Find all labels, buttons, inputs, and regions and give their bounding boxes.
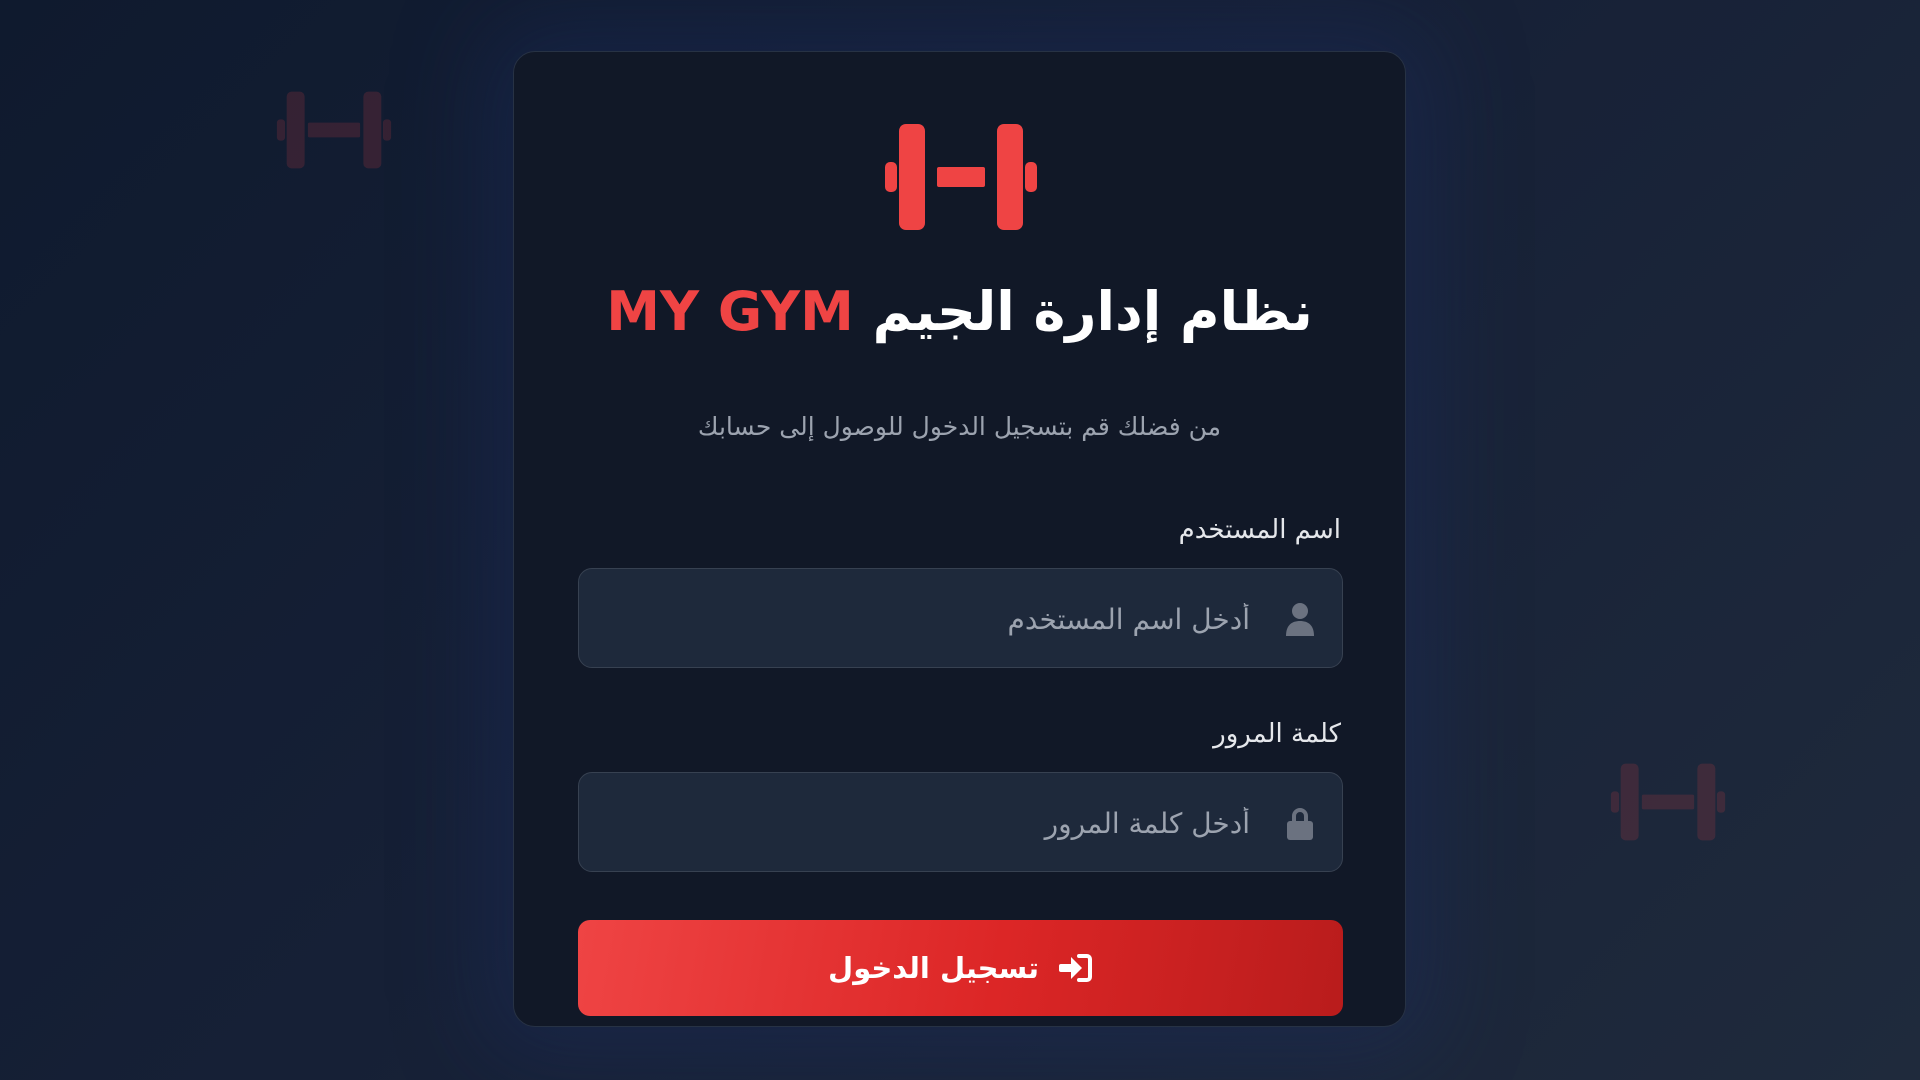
username-input-box	[578, 568, 1343, 669]
username-input[interactable]	[599, 569, 1252, 669]
password-input-box	[578, 772, 1343, 873]
username-label: اسم المستخدم	[1178, 515, 1341, 545]
user-icon	[1286, 603, 1314, 636]
sign-in-icon	[1058, 954, 1092, 982]
login-card: نظام إدارة الجيم MY GYM من فضلك قم بتسجي…	[513, 51, 1406, 1027]
title-brand: MY GYM	[606, 280, 854, 343]
title-text: نظام إدارة الجيم	[872, 280, 1313, 343]
lock-icon	[1287, 808, 1313, 840]
page-subtitle: من فضلك قم بتسجيل الدخول للوصول إلى حساب…	[697, 412, 1222, 441]
password-input[interactable]	[599, 773, 1252, 873]
dumbbell-icon	[885, 124, 1037, 230]
background-dumbbell-icon	[1610, 763, 1726, 841]
login-button-label: تسجيل الدخول	[828, 951, 1039, 985]
background-dumbbell-icon	[276, 91, 392, 169]
password-label: كلمة المرور	[1213, 719, 1341, 749]
login-button[interactable]: تسجيل الدخول	[578, 920, 1343, 1016]
page-title: نظام إدارة الجيم MY GYM	[514, 272, 1405, 352]
